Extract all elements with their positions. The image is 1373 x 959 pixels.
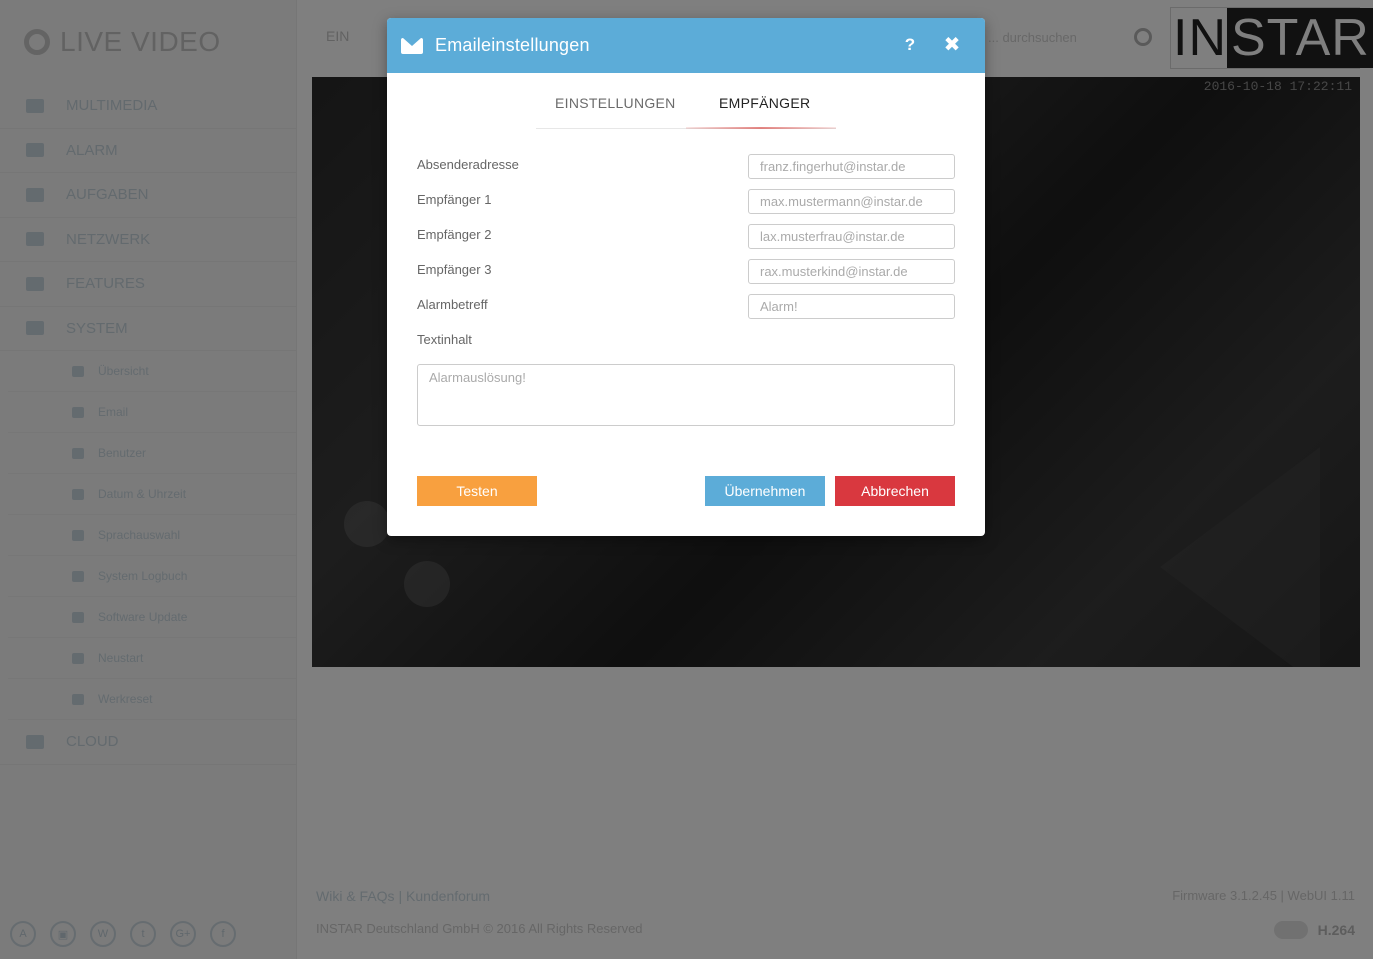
dialog-tabs: EINSTELLUNGEN EMPFÄNGER xyxy=(536,91,836,129)
dialog-title: Emaileinstellungen xyxy=(435,35,590,55)
sender-address-label: Absenderadresse xyxy=(417,157,519,172)
email-settings-dialog: Emaileinstellungen ? ✖ EINSTELLUNGEN EMP… xyxy=(387,18,985,536)
apply-button[interactable]: Übernehmen xyxy=(705,476,825,506)
recipient-1-field[interactable] xyxy=(748,189,955,214)
text-content-label: Textinhalt xyxy=(417,332,472,347)
help-button[interactable]: ? xyxy=(902,33,918,57)
close-button[interactable]: ✖ xyxy=(942,33,962,57)
alarm-subject-label: Alarmbetreff xyxy=(417,297,488,312)
sender-address-field[interactable] xyxy=(748,154,955,179)
recipient-3-label: Empfänger 3 xyxy=(417,262,492,277)
dialog-header: Emaileinstellungen xyxy=(387,18,985,73)
tab-einstellungen[interactable]: EINSTELLUNGEN xyxy=(555,95,676,111)
tab-empfaenger[interactable]: EMPFÄNGER xyxy=(719,95,810,111)
envelope-icon xyxy=(401,37,423,54)
text-content-field[interactable] xyxy=(417,364,955,426)
test-button[interactable]: Testen xyxy=(417,476,537,506)
active-tab-indicator xyxy=(686,127,836,129)
cancel-button[interactable]: Abbrechen xyxy=(835,476,955,506)
alarm-subject-field[interactable] xyxy=(748,294,955,319)
recipient-2-field[interactable] xyxy=(748,224,955,249)
recipient-1-label: Empfänger 1 xyxy=(417,192,492,207)
recipient-2-label: Empfänger 2 xyxy=(417,227,492,242)
recipient-3-field[interactable] xyxy=(748,259,955,284)
